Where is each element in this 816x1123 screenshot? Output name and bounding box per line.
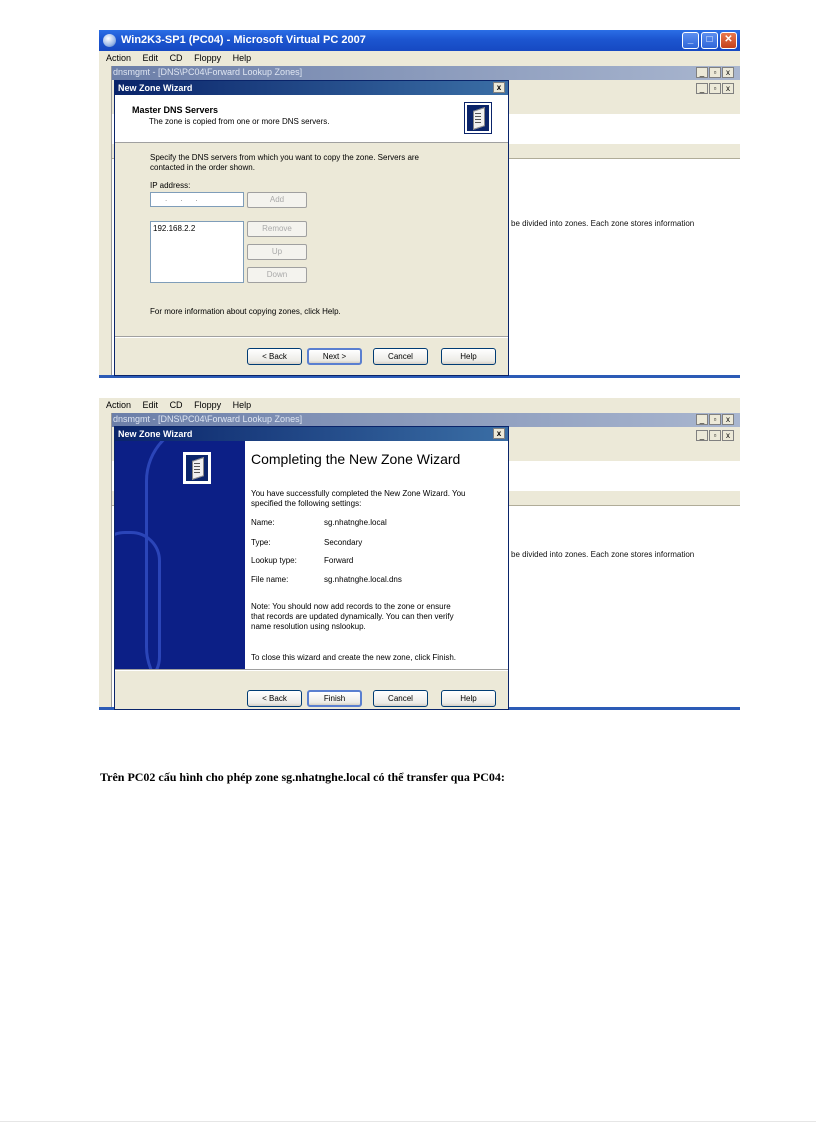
instructions-text: Specify the DNS servers from which you w… [150,153,420,172]
next-button[interactable]: Next > [307,348,362,365]
menu-action[interactable]: Action [106,400,131,410]
inner-maximize-button[interactable]: ▫ [709,83,721,94]
vpc-title-bar[interactable]: Win2K3-SP1 (PC04) - Microsoft Virtual PC… [99,30,740,51]
note-text: Note: You should now add records to the … [251,602,454,631]
console-tree-pane [99,66,112,378]
inner-minimize-button[interactable]: _ [696,83,708,94]
wizard-close-button[interactable]: x [493,428,505,439]
console-tree-pane [99,413,112,710]
completion-heading: Completing the New Zone Wizard [251,451,461,467]
help-button[interactable]: Help [441,348,496,365]
close-button[interactable]: ✕ [720,32,737,49]
zone-description-text: be divided into zones. Each zone stores … [511,219,695,228]
minimize-button[interactable]: _ [682,32,699,49]
console-maximize-button[interactable]: ▫ [709,67,721,78]
dns-console-title-bar[interactable]: dnsmgmt - [DNS\PC04\Forward Lookup Zones… [99,66,740,80]
back-button[interactable]: < Back [247,348,302,365]
new-zone-wizard-dialog: New Zone Wizard x Master DNS Servers The… [114,80,509,376]
cancel-button[interactable]: Cancel [373,348,428,365]
wizard-title: New Zone Wizard [118,429,193,439]
ip-address-input[interactable]: ... [150,192,244,207]
more-info-text: For more information about copying zones… [150,307,341,316]
close-instructions: To close this wizard and create the new … [251,653,456,662]
up-button[interactable]: Up [247,244,307,260]
help-button[interactable]: Help [441,690,496,707]
menu-edit[interactable]: Edit [143,53,159,63]
setting-file-value: sg.nhatnghe.local.dns [324,575,402,584]
inner-close-button[interactable]: x [722,430,734,441]
menu-floppy[interactable]: Floppy [194,53,221,63]
menu-action[interactable]: Action [106,53,131,63]
wizard-side-banner [115,441,245,669]
console-close-button[interactable]: x [722,67,734,78]
finish-button[interactable]: Finish [307,690,362,707]
menu-cd[interactable]: CD [170,53,183,63]
wizard-title-bar[interactable]: New Zone Wizard x [115,81,508,95]
page-title: Master DNS Servers [132,105,219,115]
page-subtitle: The zone is copied from one or more DNS … [149,117,330,126]
wizard-header: Master DNS Servers The zone is copied fr… [115,95,508,143]
zone-description-text: be divided into zones. Each zone stores … [511,550,695,559]
dns-server-icon [183,452,211,484]
setting-file-label: File name: [251,575,289,584]
master-servers-list[interactable]: 192.168.2.2 [150,221,244,283]
ip-address-label: IP address: [150,181,191,190]
setting-lookup-label: Lookup type: [251,556,297,565]
console-maximize-button[interactable]: ▫ [709,414,721,425]
menu-floppy[interactable]: Floppy [194,400,221,410]
page-bottom-rule [0,1121,816,1122]
console-minimize-button[interactable]: _ [696,67,708,78]
screenshot-master-dns-servers: Win2K3-SP1 (PC04) - Microsoft Virtual PC… [99,30,740,378]
setting-lookup-value: Forward [324,556,354,565]
document-caption: Trên PC02 cấu hình cho phép zone sg.nhat… [100,770,505,784]
menu-edit[interactable]: Edit [143,400,159,410]
down-button[interactable]: Down [247,267,307,283]
vpc-menubar: Action Edit CD Floppy Help [99,398,740,413]
remove-button[interactable]: Remove [247,221,307,237]
setting-type-value: Secondary [324,538,363,547]
wizard-title-bar[interactable]: New Zone Wizard x [115,427,508,441]
dns-server-icon [464,102,492,134]
dns-console-title: dnsmgmt - [DNS\PC04\Forward Lookup Zones… [113,414,303,424]
inner-close-button[interactable]: x [722,83,734,94]
menu-help[interactable]: Help [233,400,252,410]
inner-maximize-button[interactable]: ▫ [709,430,721,441]
completion-intro: You have successfully completed the New … [251,489,466,508]
cancel-button[interactable]: Cancel [373,690,428,707]
inner-minimize-button[interactable]: _ [696,430,708,441]
menu-help[interactable]: Help [233,53,252,63]
setting-type-label: Type: [251,538,271,547]
vpc-window-title: Win2K3-SP1 (PC04) - Microsoft Virtual PC… [121,34,366,46]
console-minimize-button[interactable]: _ [696,414,708,425]
wizard-close-button[interactable]: x [493,82,505,93]
wizard-title: New Zone Wizard [118,83,193,93]
add-button[interactable]: Add [247,192,307,208]
dns-console-title: dnsmgmt - [DNS\PC04\Forward Lookup Zones… [113,67,303,77]
menu-cd[interactable]: CD [170,400,183,410]
vpc-menubar: Action Edit CD Floppy Help [99,51,740,66]
setting-name-value: sg.nhatnghe.local [324,518,387,527]
console-close-button[interactable]: x [722,414,734,425]
new-zone-wizard-dialog: New Zone Wizard x Completing the New Zon… [114,426,509,710]
list-item[interactable]: 192.168.2.2 [153,224,241,233]
completion-summary: Completing the New Zone Wizard You have … [245,441,508,669]
maximize-button[interactable]: □ [701,32,718,49]
setting-name-label: Name: [251,518,275,527]
screenshot-completing-wizard: Action Edit CD Floppy Help dnsmgmt - [DN… [99,398,740,710]
virtual-pc-icon [103,34,116,47]
dns-console-title-bar[interactable]: dnsmgmt - [DNS\PC04\Forward Lookup Zones… [99,413,740,427]
back-button[interactable]: < Back [247,690,302,707]
